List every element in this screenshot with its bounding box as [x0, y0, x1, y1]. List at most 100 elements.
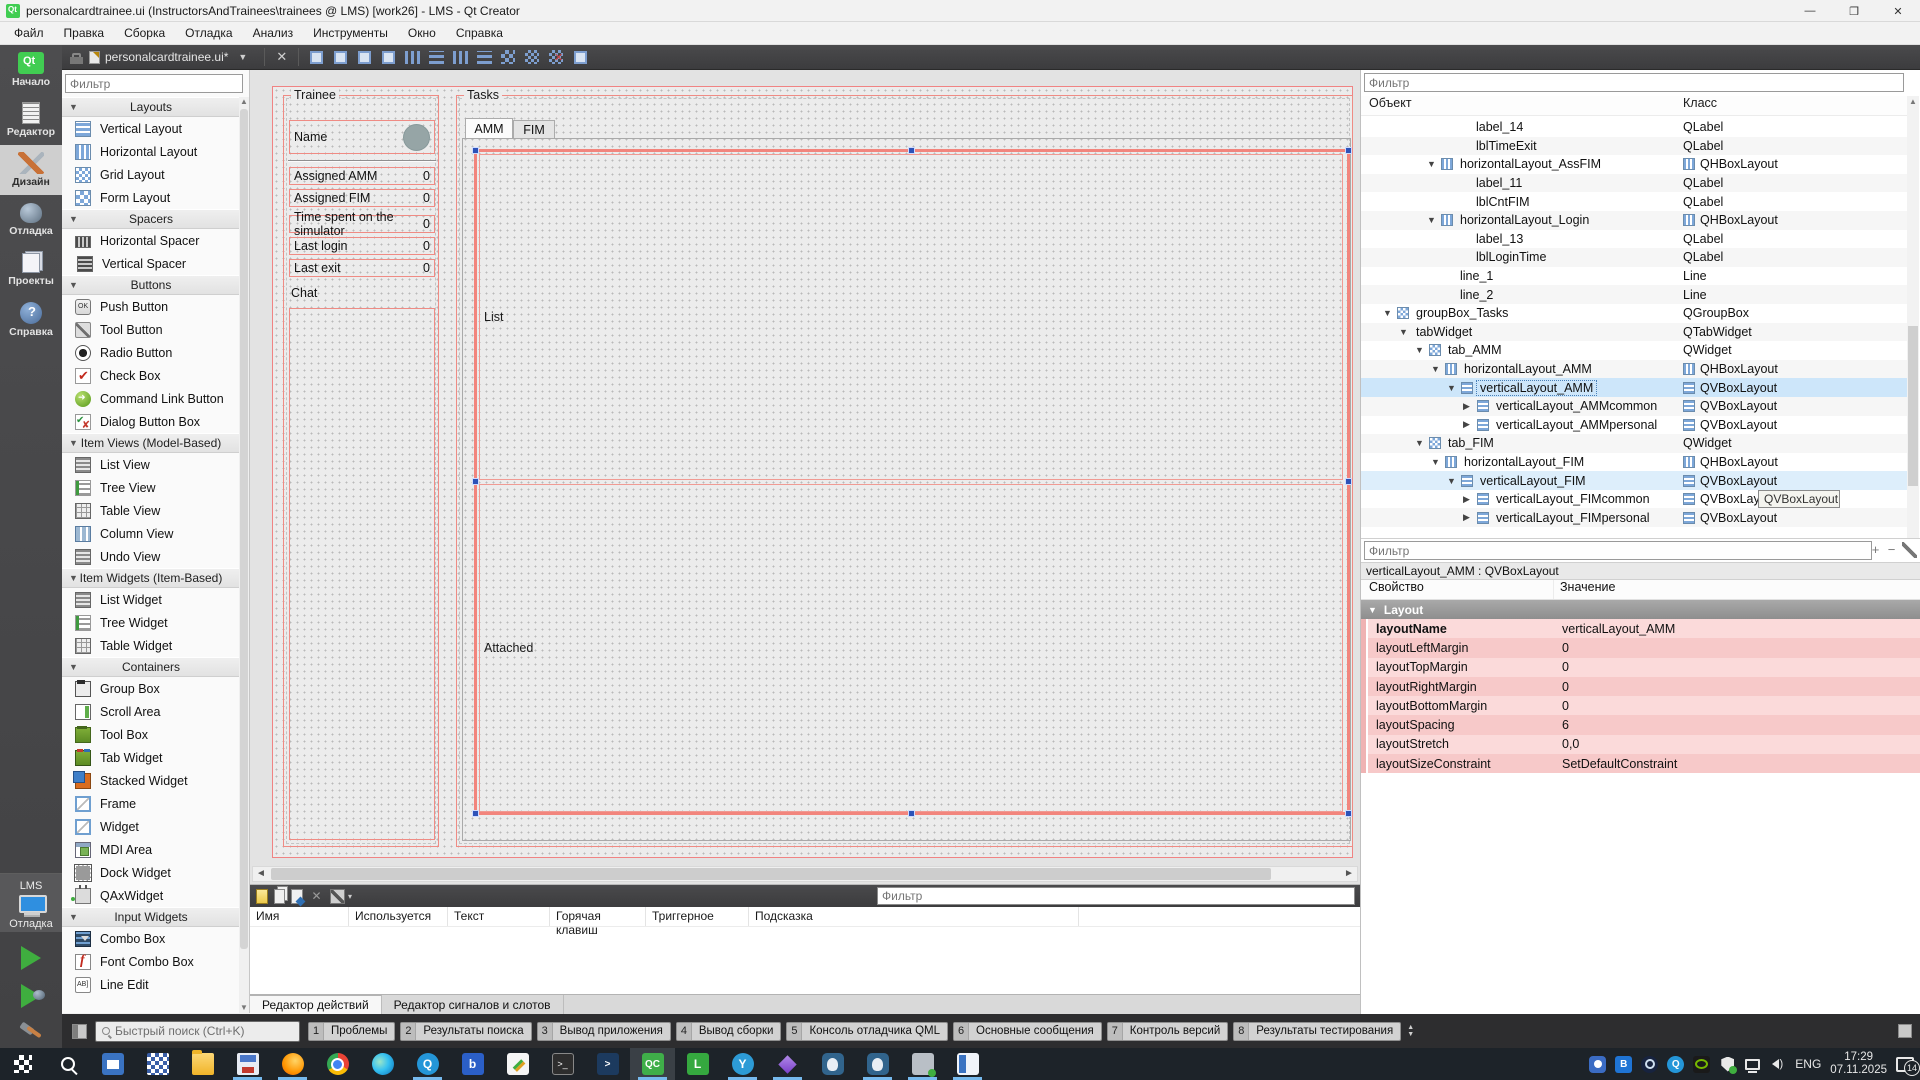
object-filter-input[interactable]: [1364, 73, 1904, 92]
tree-row-verticalLayout_AMMcommon[interactable]: ▶verticalLayout_AMMcommonQVBoxLayout: [1361, 397, 1907, 416]
taskbar-presentation-app[interactable]: [90, 1048, 135, 1080]
tree-row-line_2[interactable]: line_2Line: [1361, 285, 1907, 304]
widget-item-column-view[interactable]: Column View: [62, 522, 240, 545]
name-row[interactable]: Name: [289, 120, 435, 154]
property-row-layoutName[interactable]: layoutNameverticalLayout_AMM: [1361, 619, 1920, 638]
copy-action-icon[interactable]: [274, 889, 285, 904]
clock[interactable]: 17:29 07.11.2025: [1830, 1051, 1887, 1077]
widget-item-tree-view[interactable]: Tree View: [62, 476, 240, 499]
delete-action-icon[interactable]: ✕: [309, 889, 324, 904]
tree-row-verticalLayout_AMM[interactable]: ▼verticalLayout_AMMQVBoxLayout: [1361, 378, 1907, 397]
steam-icon[interactable]: [1641, 1056, 1658, 1073]
object-tree-scrollbar[interactable]: ▲ ▼: [1907, 96, 1919, 574]
widget-filter-input[interactable]: [65, 74, 243, 93]
volume-icon[interactable]: [1769, 1056, 1786, 1073]
output-pane-2[interactable]: 2Результаты поиска: [400, 1022, 531, 1041]
widget-item-vertical-layout[interactable]: Vertical Layout: [62, 117, 240, 140]
taskbar-chrome[interactable]: [315, 1048, 360, 1080]
widget-item-table-widget[interactable]: Table Widget: [62, 634, 240, 657]
break-layout-icon[interactable]: [546, 48, 566, 67]
notification-icon[interactable]: 14: [1896, 1057, 1914, 1072]
taskbar-l-app[interactable]: L: [675, 1048, 720, 1080]
scroll-down-icon[interactable]: ▼: [239, 1003, 249, 1013]
sidebar-toggle-icon[interactable]: [72, 1024, 87, 1039]
section-header-4[interactable]: ▼Item Widgets (Item-Based): [62, 568, 240, 588]
property-row-layoutSizeConstraint[interactable]: layoutSizeConstraintSetDefaultConstraint: [1361, 754, 1920, 773]
tree-row-verticalLayout_AMMpersonal[interactable]: ▶verticalLayout_AMMpersonalQVBoxLayout: [1361, 416, 1907, 435]
taskbar-file-explorer[interactable]: [180, 1048, 225, 1080]
property-row-layoutTopMargin[interactable]: layoutTopMargin0: [1361, 658, 1920, 677]
widget-item-command-link-button[interactable]: Command Link Button: [62, 387, 240, 410]
taskbar-postgres-app-2[interactable]: [855, 1048, 900, 1080]
q-app-icon[interactable]: Q: [1667, 1056, 1684, 1073]
wrench-icon[interactable]: [1902, 542, 1917, 558]
scroll-up-icon[interactable]: ▲: [239, 97, 249, 107]
widget-item-group-box[interactable]: Group Box: [62, 677, 240, 700]
widget-item-grid-layout[interactable]: Grid Layout: [62, 163, 240, 186]
widget-item-tab-widget[interactable]: Tab Widget: [62, 746, 240, 769]
github-icon[interactable]: [1589, 1056, 1606, 1073]
scroll-right-icon[interactable]: ►: [1341, 867, 1357, 881]
chevron-down-icon[interactable]: ▼: [1447, 383, 1457, 393]
output-pane-5[interactable]: 5Консоль отладчика QML: [786, 1022, 948, 1041]
taskbar-firefox[interactable]: [270, 1048, 315, 1080]
edit-widgets-icon[interactable]: [306, 48, 326, 67]
mode-дизайн[interactable]: Дизайн: [0, 145, 62, 195]
mode-редактор[interactable]: Редактор: [0, 95, 62, 145]
widget-item-push-button[interactable]: Push Button: [62, 295, 240, 318]
widget-item-vertical-spacer[interactable]: Vertical Spacer: [62, 252, 240, 275]
language-indicator[interactable]: ENG: [1795, 1057, 1821, 1071]
tree-row-lblCntFIM[interactable]: lblCntFIMQLabel: [1361, 192, 1907, 211]
tree-row-tab_AMM[interactable]: ▼tab_AMMQWidget: [1361, 341, 1907, 360]
new-action-icon[interactable]: [256, 889, 268, 904]
attached-layout[interactable]: Attached: [479, 484, 1343, 812]
mode-начало[interactable]: Начало: [0, 45, 62, 95]
menu-item-6[interactable]: Окно: [398, 23, 446, 43]
widget-item-tree-widget[interactable]: Tree Widget: [62, 611, 240, 634]
section-header-6[interactable]: ▼Input Widgets: [62, 907, 240, 927]
widget-item-dialog-button-box[interactable]: Dialog Button Box: [62, 410, 240, 433]
open-document-selector[interactable]: personalcardtrainee.ui*: [105, 50, 228, 64]
taskbar-terminal-app[interactable]: >_: [540, 1048, 585, 1080]
configure-icon[interactable]: [330, 889, 345, 904]
splitter-horizontal-icon[interactable]: [450, 48, 470, 67]
tree-row-label_13[interactable]: label_13QLabel: [1361, 230, 1907, 249]
chevron-down-icon[interactable]: ▼: [1427, 215, 1437, 225]
maximize-button[interactable]: ❐: [1832, 0, 1876, 22]
layout-horizontal-icon[interactable]: [402, 48, 422, 67]
field-row-3[interactable]: Last login0: [289, 237, 435, 255]
widget-item-mdi-area[interactable]: MDI Area: [62, 838, 240, 861]
taskbar-postgres-app-1[interactable]: [810, 1048, 855, 1080]
chevron-down-icon[interactable]: ▼: [1415, 438, 1425, 448]
menu-item-4[interactable]: Анализ: [243, 23, 304, 43]
chevron-right-icon[interactable]: ▶: [1463, 419, 1473, 430]
section-header-0[interactable]: ▼Layouts: [62, 97, 240, 117]
tree-row-verticalLayout_FIM[interactable]: ▼verticalLayout_FIMQVBoxLayout: [1361, 471, 1907, 490]
defender-icon[interactable]: [1719, 1056, 1736, 1073]
tree-row-lblLoginTime[interactable]: lblLoginTimeQLabel: [1361, 248, 1907, 267]
selected-layout[interactable]: List Attached: [474, 149, 1350, 815]
property-row-layoutLeftMargin[interactable]: layoutLeftMargin0: [1361, 638, 1920, 657]
tree-row-line_1[interactable]: line_1Line: [1361, 267, 1907, 286]
chevron-right-icon[interactable]: ▶: [1463, 401, 1473, 412]
widget-item-radio-button[interactable]: Radio Button: [62, 341, 240, 364]
layout-vertical-icon[interactable]: [426, 48, 446, 67]
widget-item-qax-widget[interactable]: QAxWidget: [62, 884, 240, 907]
run-button[interactable]: [21, 946, 41, 970]
field-row-1[interactable]: Assigned FIM0: [289, 189, 435, 207]
widget-item-tool-box[interactable]: Tool Box: [62, 723, 240, 746]
tree-row-groupBox_Tasks[interactable]: ▼groupBox_TasksQGroupBox: [1361, 304, 1907, 323]
locator-search[interactable]: Быстрый поиск (Ctrl+K): [95, 1021, 300, 1042]
widget-item-dock-widget[interactable]: Dock Widget: [62, 861, 240, 884]
network-icon[interactable]: [1745, 1059, 1760, 1070]
property-filter-input[interactable]: [1364, 541, 1872, 560]
scrollbar-thumb[interactable]: [271, 868, 1271, 880]
widget-item-list-view[interactable]: List View: [62, 453, 240, 476]
nvidia-icon[interactable]: [1693, 1056, 1710, 1073]
menu-item-7[interactable]: Справка: [446, 23, 513, 43]
chevron-down-icon[interactable]: ▼: [238, 52, 247, 62]
field-row-2[interactable]: Time spent on the simulator0: [289, 215, 435, 233]
widget-item-table-view[interactable]: Table View: [62, 499, 240, 522]
chevron-down-icon[interactable]: ▼: [1431, 364, 1441, 374]
taskbar-start-button[interactable]: [0, 1048, 45, 1080]
